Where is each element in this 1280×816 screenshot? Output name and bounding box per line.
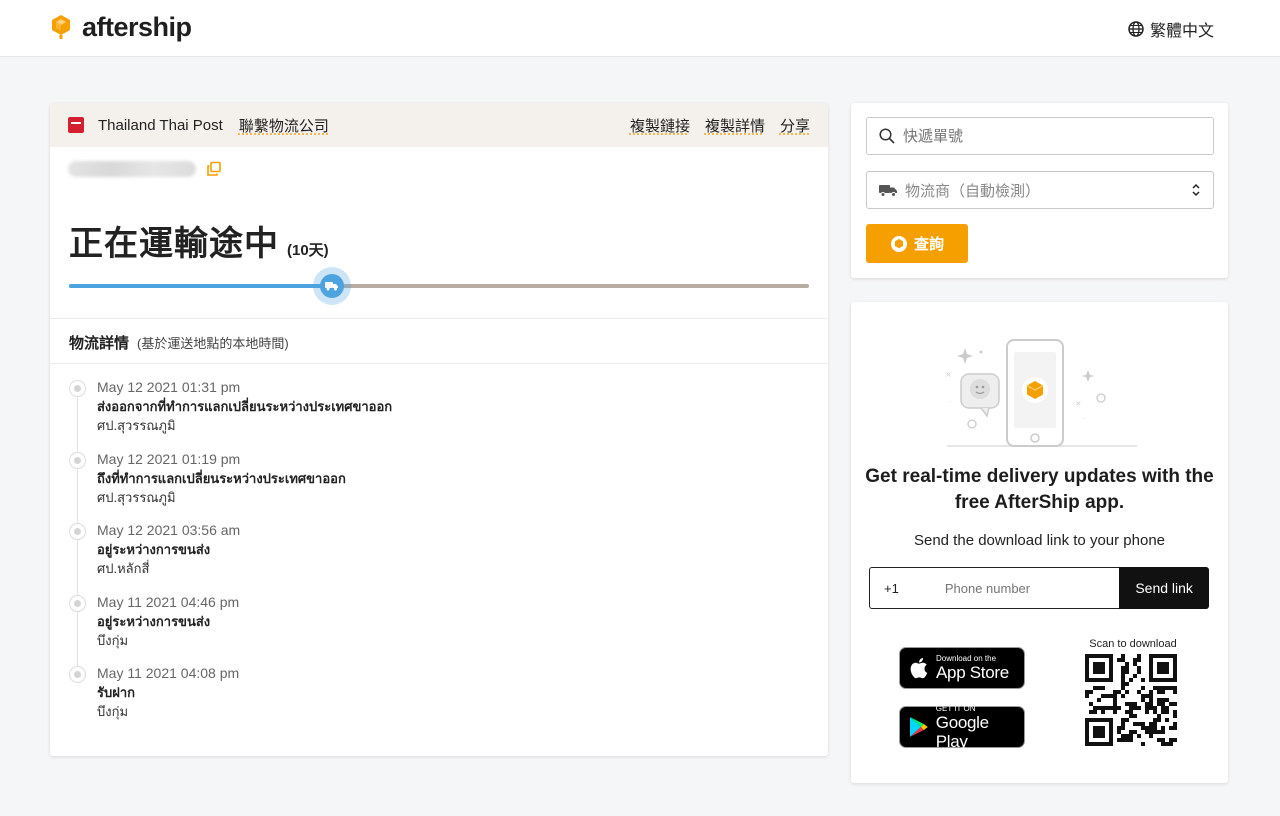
- tracking-result-card: Thailand Thai Post 聯繫物流公司 複製鏈接 複製詳情 分享 正…: [50, 103, 828, 756]
- copy-link-button[interactable]: 複製鏈接: [630, 115, 690, 136]
- aftership-box-icon: [890, 235, 907, 252]
- event-location: บึงกุ่ม: [97, 704, 129, 719]
- timeline-dot-icon: [69, 380, 86, 397]
- phone-field[interactable]: +1: [869, 567, 1120, 609]
- carrier-name: Thailand Thai Post: [98, 116, 223, 134]
- timeline-event: May 11 2021 04:08 pm รับฝาก บึงกุ่ม: [69, 664, 769, 736]
- event-status: ถึงที่ทำการแลกเปลี่ยนระหว่างประเทศขาออก: [97, 470, 346, 486]
- copy-icon[interactable]: [206, 161, 222, 177]
- qr-label: Scan to download: [1089, 638, 1177, 650]
- thai-post-logo-icon: [68, 117, 84, 133]
- svg-text:·: ·: [949, 398, 951, 406]
- event-status: ส่งออกจากที่ทำการแลกเปลี่ยนระหว่างประเทศ…: [97, 399, 393, 414]
- svg-text:×: ×: [945, 370, 952, 379]
- details-title: 物流詳情: [69, 335, 130, 352]
- language-label: 繁體中文: [1149, 23, 1214, 40]
- language-selector[interactable]: 繁體中文: [1128, 17, 1214, 41]
- phone-number-input[interactable]: [944, 580, 1115, 596]
- google-play-small-text: GET IT ON: [935, 703, 976, 713]
- progress-fill: [69, 284, 332, 288]
- event-status: อยู่ระหว่างการขนส่ง: [97, 542, 211, 557]
- section-divider: [50, 363, 828, 364]
- aftership-logo[interactable]: aftership: [50, 12, 192, 42]
- apple-icon: [910, 658, 928, 679]
- timeline-dot-icon: [69, 594, 86, 612]
- google-play-badge[interactable]: GET IT ON Google Play: [899, 704, 1025, 751]
- details-header: 物流詳情 (基於運送地點的本地時間): [69, 332, 289, 353]
- app-promo-card: × × · · Get real-time delivery updates w…: [851, 302, 1228, 783]
- app-promo-subtitle: Send the download link to your phone: [913, 532, 1165, 549]
- google-play-icon: [909, 717, 928, 737]
- app-store-text: Download on the App Store: [936, 654, 1009, 682]
- timeline-event: May 12 2021 03:56 am อยู่ระหว่างการขนส่ง…: [69, 521, 769, 593]
- search-icon: [879, 128, 895, 144]
- details-subtitle: (基於運送地點的本地時間): [137, 336, 289, 351]
- tracking-number-field[interactable]: [866, 117, 1214, 155]
- shipment-status: 正在運輸途中 (10天): [69, 216, 329, 265]
- track-search-card: 物流商（自動檢測） 查詢: [851, 103, 1228, 278]
- progress-marker: [312, 267, 351, 305]
- country-code[interactable]: +1: [884, 581, 899, 596]
- event-location: ศป.หลักสี่: [97, 561, 150, 576]
- aftership-logo-icon: [52, 15, 70, 39]
- phone-illustration-icon: × × · ·: [945, 339, 1137, 447]
- tracking-timeline: May 12 2021 01:31 pm ส่งออกจากที่ทำการแล…: [69, 378, 769, 736]
- progress-bar: [69, 267, 809, 305]
- tracking-number-redacted: [68, 161, 196, 177]
- search-button[interactable]: 查詢: [866, 224, 968, 263]
- event-time: May 11 2021 04:08 pm: [97, 665, 240, 681]
- timeline-event: May 12 2021 01:19 pm ถึงที่ทำการแลกเปลี่…: [69, 450, 769, 522]
- top-header: aftership 繁體中文: [0, 0, 1280, 57]
- transit-days: (10天): [287, 242, 329, 259]
- share-button[interactable]: 分享: [780, 115, 810, 136]
- event-time: May 11 2021 04:46 pm: [97, 593, 240, 610]
- logo-text: aftership: [82, 11, 192, 42]
- timeline-event: May 12 2021 01:31 pm ส่งออกจากที่ทำการแล…: [69, 378, 769, 450]
- event-time: May 12 2021 01:19 pm: [97, 450, 241, 467]
- event-location: ศป.สุวรรณภูมิ: [97, 489, 176, 505]
- google-play-text: GET IT ON Google Play: [936, 704, 1024, 751]
- send-link-button[interactable]: Send link: [1119, 567, 1209, 609]
- carrier-select-value: 物流商（自動檢測）: [905, 182, 1041, 200]
- truck-icon: [325, 282, 339, 291]
- timeline-dot-icon: [69, 666, 86, 683]
- tracking-number-input[interactable]: [903, 127, 1201, 145]
- google-play-big-text: Google Play: [935, 712, 989, 751]
- globe-icon: [1128, 21, 1144, 37]
- search-button-label: 查詢: [913, 236, 944, 253]
- tracking-number-row: [68, 161, 222, 177]
- phone-form: +1 Send link: [869, 567, 1209, 609]
- event-time: May 12 2021 03:56 am: [97, 522, 241, 538]
- carrier-select[interactable]: 物流商（自動檢測）: [866, 171, 1214, 209]
- svg-text:·: ·: [1083, 415, 1085, 423]
- app-store-big-text: App Store: [936, 663, 1009, 682]
- timeline-event: May 11 2021 04:46 pm อยู่ระหว่างการขนส่ง…: [69, 593, 769, 665]
- event-status: อยู่ระหว่างการขนส่ง: [97, 613, 211, 629]
- share-actions: 複製鏈接 複製詳情 分享: [630, 115, 810, 136]
- app-promo-heading: Get real-time delivery updates with the …: [865, 466, 1214, 513]
- event-location: บึงกุ่ม: [97, 632, 129, 648]
- event-location: ศป.สุวรรณภูมิ: [97, 418, 176, 433]
- contact-carrier-link[interactable]: 聯繫物流公司: [239, 115, 329, 136]
- event-time: May 12 2021 01:31 pm: [97, 379, 241, 395]
- event-status: รับฝาก: [97, 685, 136, 700]
- status-text: 正在運輸途中: [69, 225, 279, 263]
- timeline-dot-icon: [69, 451, 86, 469]
- qr-code-icon: [1085, 654, 1177, 746]
- app-store-badge[interactable]: Download on the App Store: [899, 647, 1025, 689]
- svg-text:×: ×: [1075, 399, 1082, 408]
- copy-details-button[interactable]: 複製詳情: [705, 115, 765, 136]
- section-divider: [50, 318, 828, 319]
- timeline-dot-icon: [69, 523, 86, 540]
- carrier-bar: Thailand Thai Post 聯繫物流公司 複製鏈接 複製詳情 分享: [50, 103, 828, 147]
- chevron-up-down-icon: [1192, 183, 1200, 197]
- truck-icon: [879, 185, 897, 197]
- app-store-small-text: Download on the: [936, 654, 997, 663]
